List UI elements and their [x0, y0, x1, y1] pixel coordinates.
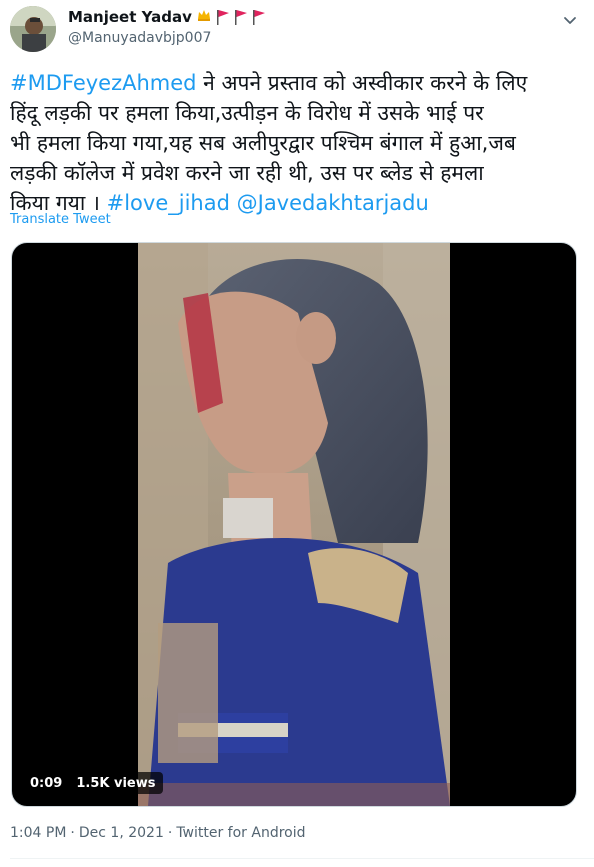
- video-duration: 0:09: [30, 775, 63, 791]
- author-handle[interactable]: @Manuyadavbjp007: [68, 29, 211, 47]
- tweet-date[interactable]: Dec 1, 2021: [79, 824, 164, 842]
- separator-dot: ·: [70, 825, 75, 841]
- more-options-button[interactable]: [558, 8, 582, 32]
- author-display-name[interactable]: Manjeet Yadav: [68, 7, 192, 27]
- crown-icon: [196, 7, 212, 27]
- video-player[interactable]: 0:09 1.5K views: [11, 242, 577, 807]
- translate-tweet-link[interactable]: Translate Tweet: [10, 212, 111, 228]
- avatar-image: [10, 6, 56, 52]
- tweet-time[interactable]: 1:04 PM: [10, 824, 66, 842]
- flag-icon: [252, 9, 266, 25]
- author-name-row: Manjeet Yadav: [68, 7, 266, 27]
- tweet-metadata: 1:04 PM · Dec 1, 2021 · Twitter for Andr…: [10, 824, 306, 842]
- video-view-count: 1.5K views: [76, 775, 156, 791]
- chevron-down-icon: [564, 17, 576, 24]
- flag-icon: [234, 9, 248, 25]
- divider: [10, 858, 594, 859]
- tweet-source[interactable]: Twitter for Android: [176, 824, 305, 842]
- hashtag-link[interactable]: #MDFeyezAhmed: [10, 71, 197, 95]
- mention-link[interactable]: @Javedakhtarjadu: [237, 191, 429, 215]
- video-stats-badge: 0:09 1.5K views: [22, 772, 164, 794]
- hashtag-link[interactable]: #love_jihad: [107, 191, 230, 215]
- flag-icon: [216, 9, 230, 25]
- tweet-text: #MDFeyezAhmed ने अपने प्रस्ताव को अस्वीक…: [10, 68, 580, 218]
- tweet: Manjeet Yadav @Manuyadavbjp007 #MDFeyezA…: [0, 0, 594, 867]
- separator-dot: ·: [167, 825, 173, 841]
- video-thumbnail: [138, 243, 450, 806]
- avatar[interactable]: [10, 6, 56, 52]
